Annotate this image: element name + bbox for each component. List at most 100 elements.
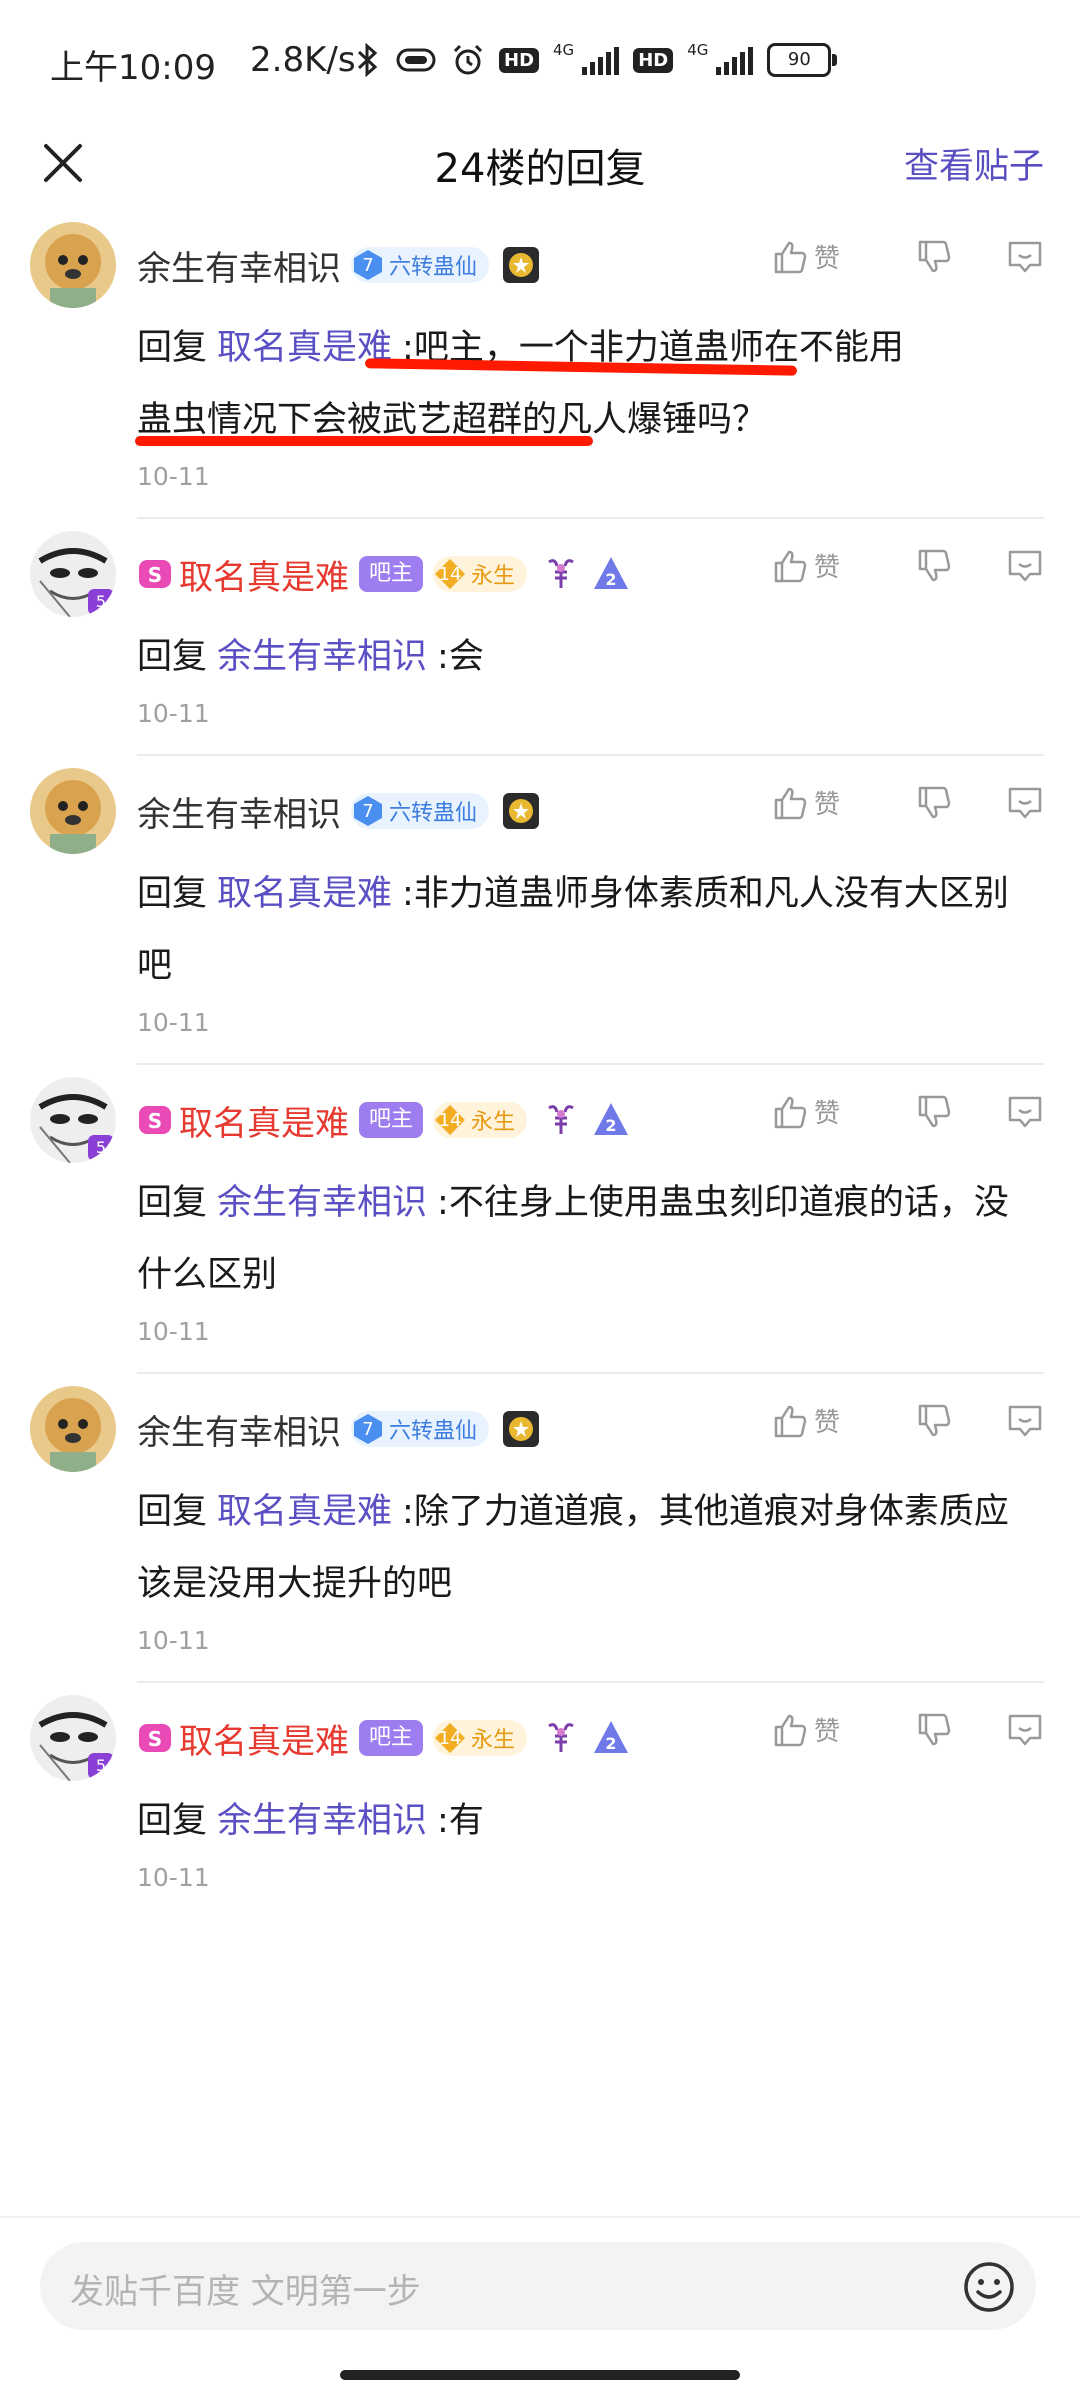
thumbs-down-icon (918, 786, 951, 818)
dislike-button[interactable] (884, 1094, 984, 1130)
dislike-button[interactable] (884, 548, 984, 584)
reply-to-user[interactable]: 余生有幸相识 (217, 1801, 427, 1841)
reply-to-user[interactable]: 取名真是难 (217, 874, 392, 914)
username[interactable]: 取名真是难 (179, 1096, 349, 1145)
reply-input[interactable]: 发贴千百度 文明第一步 (40, 2242, 1036, 2330)
emoji-icon[interactable] (962, 2260, 1016, 2314)
bottom-bar: 发贴千百度 文明第一步 (0, 2216, 1080, 2402)
fans-level-number: 14 (438, 1727, 462, 1749)
dislike-button[interactable] (884, 1403, 984, 1439)
thumbs-down-icon (918, 1404, 951, 1436)
rank-medal-icon: 2 (591, 1100, 631, 1140)
avatar[interactable]: 5 (30, 1695, 116, 1781)
list-item: 余生有幸相识 7 六转蛊仙 赞 回复 取名真是难:除了力道道痕，其他道痕对身体素质… (0, 1374, 1080, 1683)
avatar[interactable] (30, 768, 116, 854)
reply-content: 回复 余生有幸相识:有 (137, 1785, 1040, 1857)
like-button[interactable]: 赞 (772, 1093, 884, 1130)
dislike-button[interactable] (884, 785, 984, 821)
username[interactable]: 余生有幸相识 (137, 1405, 341, 1454)
signal-icon (582, 45, 620, 75)
reply-word: 回复 (137, 1183, 208, 1223)
comment-button[interactable] (984, 548, 1044, 584)
username[interactable]: 取名真是难 (179, 1714, 349, 1763)
reply-actions: 赞 (772, 547, 1044, 584)
scorpion-medal-icon (541, 1718, 581, 1758)
svip-icon: S (137, 1102, 173, 1138)
like-label: 赞 (814, 1099, 841, 1129)
avatar-level: 5 (88, 589, 114, 615)
comment-icon (1008, 550, 1042, 581)
comment-button[interactable] (984, 785, 1044, 821)
thumbs-down-icon (918, 1095, 951, 1127)
status-time: 上午10:09 (50, 48, 216, 88)
reply-to-user[interactable]: 取名真是难 (217, 1492, 392, 1532)
reply-text: :有 (437, 1801, 484, 1841)
dislike-button[interactable] (884, 1712, 984, 1748)
username[interactable]: 余生有幸相识 (137, 241, 341, 290)
avatar[interactable]: 5 (30, 1077, 116, 1163)
avatar-level: 5 (88, 1753, 114, 1779)
comment-icon (1008, 787, 1042, 818)
fans-level-badge: 14 永生 (433, 1720, 528, 1756)
reply-to-user[interactable]: 余生有幸相识 (217, 1183, 427, 1223)
home-indicator[interactable] (340, 2370, 740, 2380)
avatar[interactable]: 5 (30, 531, 116, 617)
highlight-mark (135, 436, 593, 446)
reply-word: 回复 (137, 1801, 208, 1841)
network-type-icon: 4G (687, 41, 709, 59)
thumbs-up-icon (774, 1096, 807, 1128)
list-item: 余生有幸相识 7 六转蛊仙 赞 回复 取名真是难:非力道蛊师身体素质和凡人没有大区… (0, 756, 1080, 1065)
like-label: 赞 (814, 1717, 841, 1747)
level-title: 六转蛊仙 (389, 255, 478, 280)
reply-date: 10-11 (137, 1863, 210, 1892)
fans-level-number: 14 (438, 1109, 462, 1131)
fans-level-title: 永生 (471, 1110, 516, 1135)
like-button[interactable]: 赞 (772, 784, 884, 821)
svg-text:S: S (148, 1109, 162, 1133)
like-button[interactable]: 赞 (772, 238, 884, 275)
avatar-level: 5 (88, 1135, 114, 1161)
thumbs-up-icon (774, 550, 807, 582)
username[interactable]: 余生有幸相识 (137, 787, 341, 836)
fans-level-title: 永生 (471, 564, 516, 589)
thumbs-down-icon (918, 1713, 951, 1745)
reply-text: :会 (437, 637, 484, 677)
reply-content: 回复 取名真是难:吧主，一个非力道蛊师在不能用 蛊虫情况下会被武艺超群的凡人爆锤吗？ (135, 312, 1040, 456)
level-title: 六转蛊仙 (389, 1419, 478, 1444)
svg-text:2: 2 (605, 1734, 616, 1753)
view-post-link[interactable]: 查看贴子 (904, 138, 1044, 189)
like-button[interactable]: 赞 (772, 1711, 884, 1748)
admin-badge: 吧主 (359, 1102, 424, 1138)
medal-icon (501, 791, 541, 831)
signal-icon (716, 45, 754, 75)
reply-actions: 赞 (772, 238, 1044, 275)
svip-icon: S (137, 1720, 173, 1756)
reply-date: 10-11 (137, 1626, 210, 1655)
username[interactable]: 取名真是难 (179, 550, 349, 599)
fans-level-badge: 14 永生 (433, 1102, 528, 1138)
reply-text-part: 蛊虫情况下会被武艺超群的凡人爆锤吗？ (137, 400, 768, 440)
level-badge: 7 六转蛊仙 (351, 793, 490, 829)
comment-icon (1008, 241, 1042, 272)
comment-button[interactable] (984, 1094, 1044, 1130)
comment-button[interactable] (984, 1403, 1044, 1439)
thumbs-up-icon (774, 787, 807, 819)
reply-content: 回复 余生有幸相识:不往身上使用蛊虫刻印道痕的话，没什么区别 (137, 1167, 1040, 1311)
avatar[interactable] (30, 222, 116, 308)
dislike-button[interactable] (884, 239, 984, 275)
comment-button[interactable] (984, 239, 1044, 275)
like-button[interactable]: 赞 (772, 1402, 884, 1439)
scorpion-medal-icon (541, 1100, 581, 1140)
alarm-icon (451, 43, 485, 77)
reply-actions: 赞 (772, 1093, 1044, 1130)
reply-input-placeholder: 发贴千百度 文明第一步 (70, 2272, 421, 2312)
level-number: 7 (362, 254, 374, 276)
battery-icon: 90 (767, 43, 838, 77)
scorpion-medal-icon (541, 554, 581, 594)
level-number: 7 (362, 800, 374, 822)
avatar[interactable] (30, 1386, 116, 1472)
reply-to-user[interactable]: 余生有幸相识 (217, 637, 427, 677)
hd-icon: HD (499, 47, 540, 73)
like-button[interactable]: 赞 (772, 547, 884, 584)
comment-button[interactable] (984, 1712, 1044, 1748)
